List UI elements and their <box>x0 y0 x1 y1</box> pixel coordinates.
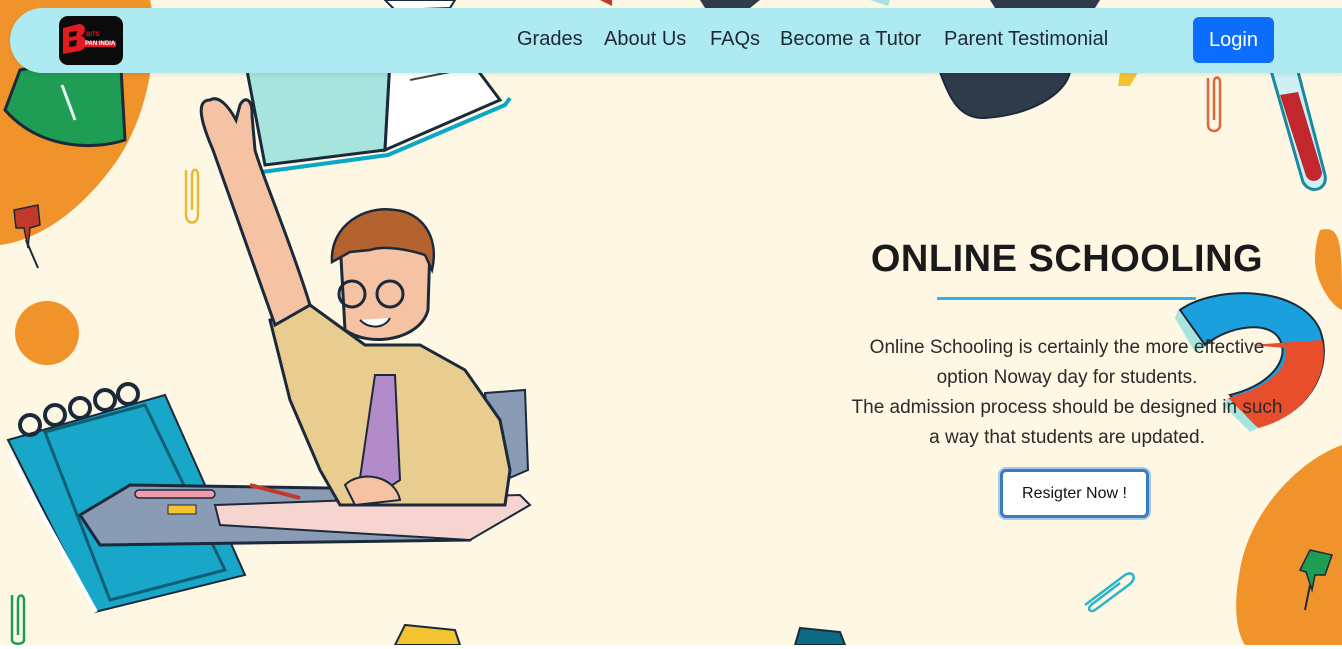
hero-section: BITS PAN INDIA Grades About Us FAQs Beco… <box>0 0 1342 645</box>
register-now-button[interactable]: Resigter Now ! <box>1000 469 1149 518</box>
orange-blob-top-icon <box>1118 72 1138 86</box>
description-line: The admission process should be designed… <box>851 397 1283 418</box>
background-illustration <box>0 0 1342 645</box>
hero-description: Online Schooling is certainly the more e… <box>832 333 1302 453</box>
description-line: a way that students are updated. <box>929 427 1205 448</box>
title-underline <box>937 297 1196 300</box>
page-bottom-strip <box>0 645 1342 649</box>
open-book-icon <box>243 58 512 174</box>
login-button[interactable]: Login <box>1193 17 1274 63</box>
nav-item-grades[interactable]: Grades <box>517 28 583 51</box>
test-tube-icon <box>1266 58 1327 191</box>
paperclip-icon <box>1084 572 1135 613</box>
orange-blob-bottom-right-icon <box>1236 445 1342 645</box>
orange-blob-right-icon <box>1315 229 1342 310</box>
nav-item-about-us[interactable]: About Us <box>604 28 686 51</box>
graduation-cap-icon <box>938 71 1072 120</box>
paperclip-icon <box>184 168 200 224</box>
orange-dot-icon <box>15 301 79 365</box>
ruler-icon <box>393 623 462 645</box>
nav-item-become-a-tutor[interactable]: Become a Tutor <box>780 28 921 51</box>
navbar: BITS PAN INDIA Grades About Us FAQs Beco… <box>10 8 1342 73</box>
nav-item-faqs[interactable]: FAQs <box>710 28 760 51</box>
paperclip-icon <box>10 594 26 645</box>
book-corner-icon <box>793 626 847 645</box>
paperclip-icon <box>1206 76 1222 133</box>
description-line: Online Schooling is certainly the more e… <box>869 337 1265 358</box>
nav-item-parent-testimonial[interactable]: Parent Testimonial <box>944 28 1108 51</box>
description-line: option Noway day for students. <box>936 367 1198 388</box>
hero-title: ONLINE SCHOOLING <box>870 238 1264 280</box>
nav-links: Grades About Us FAQs Become a Tutor Pare… <box>10 8 1342 73</box>
